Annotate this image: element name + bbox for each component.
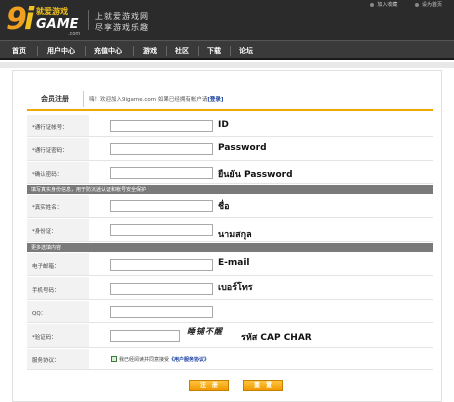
idcard-label: *身份证：: [32, 229, 57, 235]
service-agreement-link[interactable]: 《用户服务协议》: [169, 357, 209, 363]
nav-recharge[interactable]: 充值中心: [94, 46, 122, 56]
idcard-input[interactable]: [110, 224, 213, 236]
login-link[interactable]: [登录]: [207, 97, 223, 103]
password-row: *通行证密码： Password: [27, 138, 433, 161]
confirm-password-row: *确认密码： ยืนยัน Password: [27, 162, 433, 184]
realname-annotation: ชื่อ: [218, 202, 230, 212]
nav-download[interactable]: 下载: [207, 46, 221, 56]
password-annotation: Password: [218, 143, 267, 153]
nav-divider: [133, 46, 134, 56]
nav-games[interactable]: 游戏: [143, 46, 157, 56]
phone-row: 手机号码： เบอร์โทร: [27, 277, 433, 300]
email-annotation: E-mail: [218, 258, 250, 268]
slogan-line-1: 上就爱游戏网: [95, 12, 149, 21]
reset-button[interactable]: 重 置: [243, 380, 283, 391]
nav-divider: [230, 46, 231, 56]
realname-input[interactable]: [110, 200, 213, 212]
nav-divider: [166, 46, 167, 56]
optional-section-bar: 更多选填内容: [27, 243, 433, 252]
logo-chinese: 就爱游戏: [36, 7, 68, 16]
nav-user-center[interactable]: 用户中心: [47, 46, 75, 56]
account-annotation: ID: [218, 120, 229, 130]
password-input[interactable]: [110, 143, 213, 155]
set-homepage-link[interactable]: 设为首页: [414, 2, 442, 8]
optional-section-title: 更多选填内容: [31, 245, 62, 251]
captcha-input[interactable]: [110, 330, 180, 342]
bullet-icon: [414, 2, 419, 7]
idcard-row: *身份证： นามสกุล: [27, 219, 433, 242]
nav-forum[interactable]: 论坛: [239, 46, 253, 56]
nav-community[interactable]: 社区: [175, 46, 189, 56]
agree-text: 我已经阅读并同意接受《用户服务协议》: [119, 357, 210, 363]
logo-letter: i: [24, 2, 35, 37]
phone-label: 手机号码：: [32, 288, 60, 294]
phone-annotation: เบอร์โทร: [218, 283, 253, 293]
email-row: 电子邮箱： E-mail: [27, 253, 433, 276]
nav-divider: [85, 46, 86, 56]
logo-com: .com: [68, 31, 81, 37]
site-header: 9 i 就爱游戏 GAME .com 上就爱游戏网 尽享游戏乐趣 加入收藏 设为…: [0, 0, 454, 40]
account-input[interactable]: [110, 120, 213, 132]
slogan-divider: [88, 10, 89, 30]
main-nav: 首页 用户中心 充值中心 游戏 社区 下载 论坛: [0, 40, 454, 60]
qq-row: QQ：: [27, 301, 433, 323]
agreement-row: 服务协议： 我已经阅读并同意接受《用户服务协议》: [27, 349, 433, 370]
confirm-password-label: *确认密码：: [32, 172, 63, 178]
confirm-password-annotation: ยืนยัน Password: [218, 170, 293, 180]
email-label: 电子邮箱：: [32, 264, 60, 270]
captcha-row: *验证码： 睡铺不醒 รหัส CAP CHAR: [27, 324, 433, 348]
captcha-image[interactable]: 睡铺不醒: [187, 326, 223, 337]
page-title: 会员注册: [41, 95, 69, 103]
slogan-line-2: 尽享游戏乐趣: [95, 23, 149, 32]
identity-section-title: 填写真实身份信息，用于防沉迷认证和帐号安全保护: [31, 187, 147, 193]
realname-row: *真实姓名： ชื่อ: [27, 195, 433, 218]
password-label: *通行证密码：: [32, 148, 68, 154]
nav-divider: [37, 46, 38, 56]
bullet-icon: [370, 2, 375, 7]
agree-checkbox[interactable]: [111, 356, 117, 362]
add-favorite-link[interactable]: 加入收藏: [370, 2, 397, 8]
qq-label: QQ：: [32, 311, 47, 317]
card-title-bar: 会员注册 嗨！欢迎加入9igame.com 如果已经拥有帐户请[登录]: [27, 89, 433, 111]
account-row: *通行证帐号： ID: [27, 115, 433, 137]
captcha-label: *验证码：: [32, 335, 57, 341]
logo-game: GAME: [36, 17, 79, 32]
email-input[interactable]: [110, 259, 213, 271]
title-divider: [83, 91, 84, 107]
account-label: *通行证帐号：: [32, 125, 68, 131]
phone-input[interactable]: [110, 283, 213, 295]
confirm-password-input[interactable]: [110, 167, 213, 179]
idcard-annotation: นามสกุล: [218, 230, 252, 240]
agreement-label: 服务协议：: [32, 358, 60, 364]
identity-section-bar: 填写真实身份信息，用于防沉迷认证和帐号安全保护: [27, 185, 433, 194]
captcha-annotation: รหัส CAP CHAR: [241, 333, 312, 343]
top-links: 加入收藏 设为首页: [354, 1, 442, 8]
register-button[interactable]: 注 册: [189, 380, 229, 391]
content-band: [0, 62, 454, 68]
register-card: 会员注册 嗨！欢迎加入9igame.com 如果已经拥有帐户请[登录] *通行证…: [12, 70, 442, 402]
qq-input[interactable]: [110, 306, 213, 318]
welcome-hint: 嗨！欢迎加入9igame.com 如果已经拥有帐户请[登录]: [89, 97, 224, 103]
site-logo[interactable]: 9 i 就爱游戏 GAME .com: [6, 2, 86, 38]
nav-divider: [198, 46, 199, 56]
realname-label: *真实姓名：: [32, 205, 63, 211]
nav-home[interactable]: 首页: [12, 46, 26, 56]
